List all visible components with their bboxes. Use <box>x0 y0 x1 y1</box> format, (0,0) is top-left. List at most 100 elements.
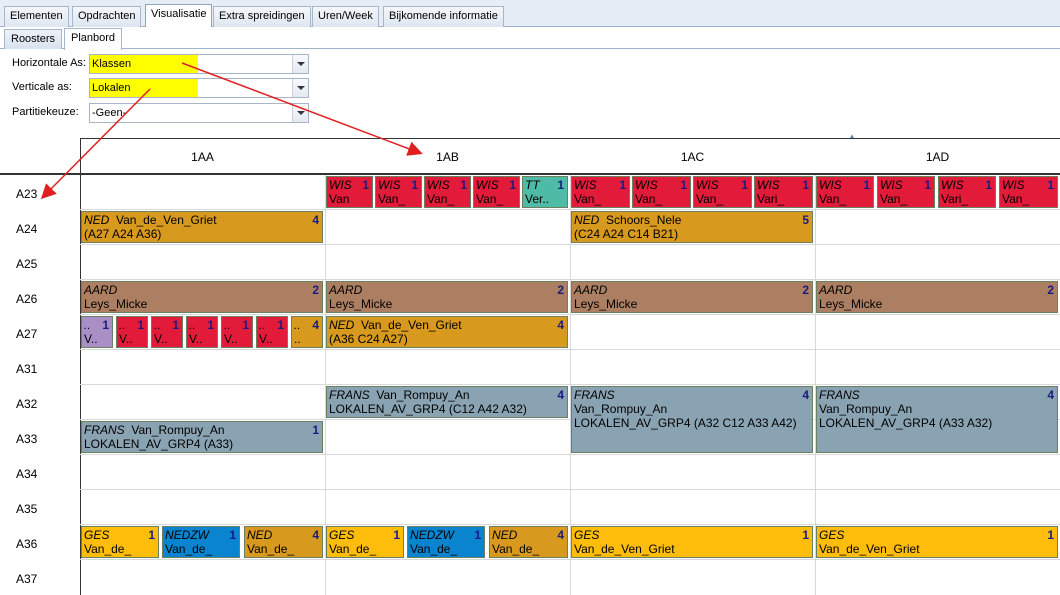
lesson-block-ned[interactable]: NED 4 Van_de_ <box>244 526 323 558</box>
teacher-label: Van_Rompuy_An <box>574 402 668 416</box>
lesson-block[interactable]: .. 1 V.. <box>116 316 148 348</box>
lesson-block-nedzw[interactable]: NEDZW 1 Van_de_ <box>162 526 240 558</box>
count-badge: 1 <box>102 318 109 332</box>
row-header-a24[interactable]: A24 <box>16 222 37 236</box>
tab-elementen[interactable]: Elementen <box>4 6 69 27</box>
teacher-label: V.. <box>154 332 168 346</box>
column-header-1ad[interactable]: 1AD <box>815 150 1060 164</box>
lesson-block-wis[interactable]: WIS 1 Van_ <box>816 176 874 208</box>
subject-label: AARD <box>84 283 118 297</box>
teacher-label: Van_de_ <box>329 542 377 556</box>
lesson-block-wis[interactable]: WIS 1 Van_ <box>632 176 691 208</box>
lesson-block-wis[interactable]: WIS 1 Van_ <box>999 176 1058 208</box>
lesson-block[interactable]: .. 1 V.. <box>221 316 253 348</box>
tab-visualisatie[interactable]: Visualisatie <box>145 4 213 28</box>
lesson-block[interactable]: .. 1 V.. <box>81 316 113 348</box>
lesson-block-ned[interactable]: NED Schoors_Nele 5 (C24 A24 C14 B21) <box>571 211 813 243</box>
lesson-block-wis[interactable]: WIS 1 Van_ <box>473 176 520 208</box>
lesson-block-wis[interactable]: WIS 1 Vari_ <box>938 176 996 208</box>
lesson-block-wis[interactable]: WIS 1 Van_ <box>877 176 935 208</box>
lesson-block-ges[interactable]: GES 1 Van_de_Ven_Griet <box>571 526 813 558</box>
subject-label: GES <box>574 528 600 542</box>
teacher-label: Van_ <box>635 192 663 206</box>
lesson-block-nedzw[interactable]: NEDZW 1 Van_de_ <box>407 526 485 558</box>
lesson-block-frans[interactable]: FRANS Van_Rompuy_An 4 LOKALEN_AV_GRP4 (C12… <box>326 386 568 418</box>
tab-opdrachten[interactable]: Opdrachten <box>72 6 142 27</box>
subject-label: GES <box>329 528 355 542</box>
count-badge: 1 <box>680 178 687 192</box>
vertical-axis-value: Lokalen <box>90 79 198 97</box>
subject-label: NEDZW <box>165 528 209 542</box>
lesson-block-wis[interactable]: WIS 1 Van_ <box>424 176 471 208</box>
lesson-block-ges[interactable]: GES 1 Van_de_Ven_Griet <box>816 526 1058 558</box>
row-header-a26[interactable]: A26 <box>16 292 37 306</box>
subject-label: GES <box>819 528 845 542</box>
lesson-block-wis[interactable]: WIS 1 Van <box>326 176 373 208</box>
tab-extra-spreidingen[interactable]: Extra spreidingen <box>213 6 311 27</box>
teacher-label: Van_de_ <box>492 542 540 556</box>
partition-value: -Geen- <box>92 107 127 119</box>
teacher-label: Leys_Micke <box>329 297 393 311</box>
row-header-a27[interactable]: A27 <box>16 327 37 341</box>
column-header-1ab[interactable]: 1AB <box>325 150 570 164</box>
count-badge: 4 <box>557 318 564 332</box>
count-badge: 1 <box>863 178 870 192</box>
rooms-label: (C24 A24 C14 B21) <box>574 227 679 241</box>
lesson-block-wis[interactable]: WIS 1 Van_ <box>375 176 422 208</box>
lesson-block-frans[interactable]: FRANS 4 Van_Rompuy_An LOKALEN_AV_GRP4 (A33 … <box>816 386 1058 453</box>
lesson-block-ned[interactable]: NED 4 Van_de_ <box>489 526 568 558</box>
row-header-a25[interactable]: A25 <box>16 257 37 271</box>
row-header-a32[interactable]: A32 <box>16 397 37 411</box>
subject-label: NED <box>492 528 518 542</box>
teacher-label: Van_de_ <box>165 542 213 556</box>
lesson-block[interactable]: .. 1 V.. <box>151 316 183 348</box>
teacher-label: Van_de_ <box>410 542 458 556</box>
count-badge: 2 <box>557 283 564 297</box>
count-badge: 2 <box>1047 283 1054 297</box>
row-header-a23[interactable]: A23 <box>16 187 37 201</box>
lesson-block-aard[interactable]: AARD 2 Leys_Micke <box>326 281 568 313</box>
column-header-1ac[interactable]: 1AC <box>570 150 815 164</box>
lesson-block-wis[interactable]: WIS 1 Van_ <box>571 176 630 208</box>
chevron-down-icon[interactable] <box>292 79 308 97</box>
partition-select[interactable]: -Geen- <box>89 103 309 123</box>
subject-label: NEDZW <box>410 528 454 542</box>
lesson-block-aard[interactable]: AARD 2 Leys_Micke <box>81 281 323 313</box>
lesson-block-frans[interactable]: FRANS Van_Rompuy_An 1 LOKALEN_AV_GRP4 (A33… <box>81 421 323 453</box>
row-header-a33[interactable]: A33 <box>16 432 37 446</box>
lesson-block[interactable]: .. 4.. <box>291 316 323 348</box>
row-header-a36[interactable]: A36 <box>16 537 37 551</box>
teacher-label: Van_Rompuy_An <box>819 402 913 416</box>
lesson-block-wis[interactable]: WIS 1 Van_ <box>693 176 752 208</box>
teacher-label: Van_ <box>880 192 908 206</box>
row-header-a34[interactable]: A34 <box>16 467 37 481</box>
tab-bijkomende-informatie[interactable]: Bijkomende informatie <box>383 6 504 27</box>
lesson-block-ned[interactable]: NED Van_de_Ven_Griet 4 (A36 C24 A27) <box>326 316 568 348</box>
horizontal-axis-select[interactable]: Klassen <box>89 54 309 74</box>
tab-roosters[interactable]: Roosters <box>4 29 63 49</box>
lesson-block[interactable]: .. 1 V.. <box>186 316 218 348</box>
chevron-down-icon[interactable] <box>292 104 308 122</box>
lesson-block-aard[interactable]: AARD 2 Leys_Micke <box>571 281 813 313</box>
count-badge: 1 <box>362 178 369 192</box>
lesson-block-ned[interactable]: NED Van_de_Ven_Griet 4 (A27 A24 A36) <box>81 211 323 243</box>
rooms-label: LOKALEN_AV_GRP4 (A33) <box>84 437 234 451</box>
column-header-1aa[interactable]: 1AA <box>80 150 325 164</box>
lesson-block-ges[interactable]: GES 1 Van_de_ <box>326 526 404 558</box>
lesson-block[interactable]: .. 1 V.. <box>256 316 288 348</box>
lesson-block-frans[interactable]: FRANS 4 Van_Rompuy_An LOKALEN_AV_GRP4 (A32 … <box>571 386 813 453</box>
tab-planbord[interactable]: Planbord <box>64 28 123 50</box>
count-badge: 4 <box>802 388 809 402</box>
subject-label: AARD <box>574 283 608 297</box>
lesson-block-ges[interactable]: GES 1 Van_de_ <box>81 526 159 558</box>
tab-uren-week[interactable]: Uren/Week <box>312 6 379 27</box>
row-header-a35[interactable]: A35 <box>16 502 37 516</box>
vertical-axis-select[interactable]: Lokalen <box>89 78 309 98</box>
teacher-label: Van <box>329 192 350 206</box>
lesson-block-tt[interactable]: TT 1 Ver.. <box>522 176 568 208</box>
row-header-a31[interactable]: A31 <box>16 362 37 376</box>
lesson-block-aard[interactable]: AARD 2 Leys_Micke <box>816 281 1058 313</box>
row-header-a37[interactable]: A37 <box>16 572 37 586</box>
lesson-block-wis[interactable]: WIS 1 Vari_ <box>754 176 813 208</box>
chevron-down-icon[interactable] <box>292 55 308 73</box>
